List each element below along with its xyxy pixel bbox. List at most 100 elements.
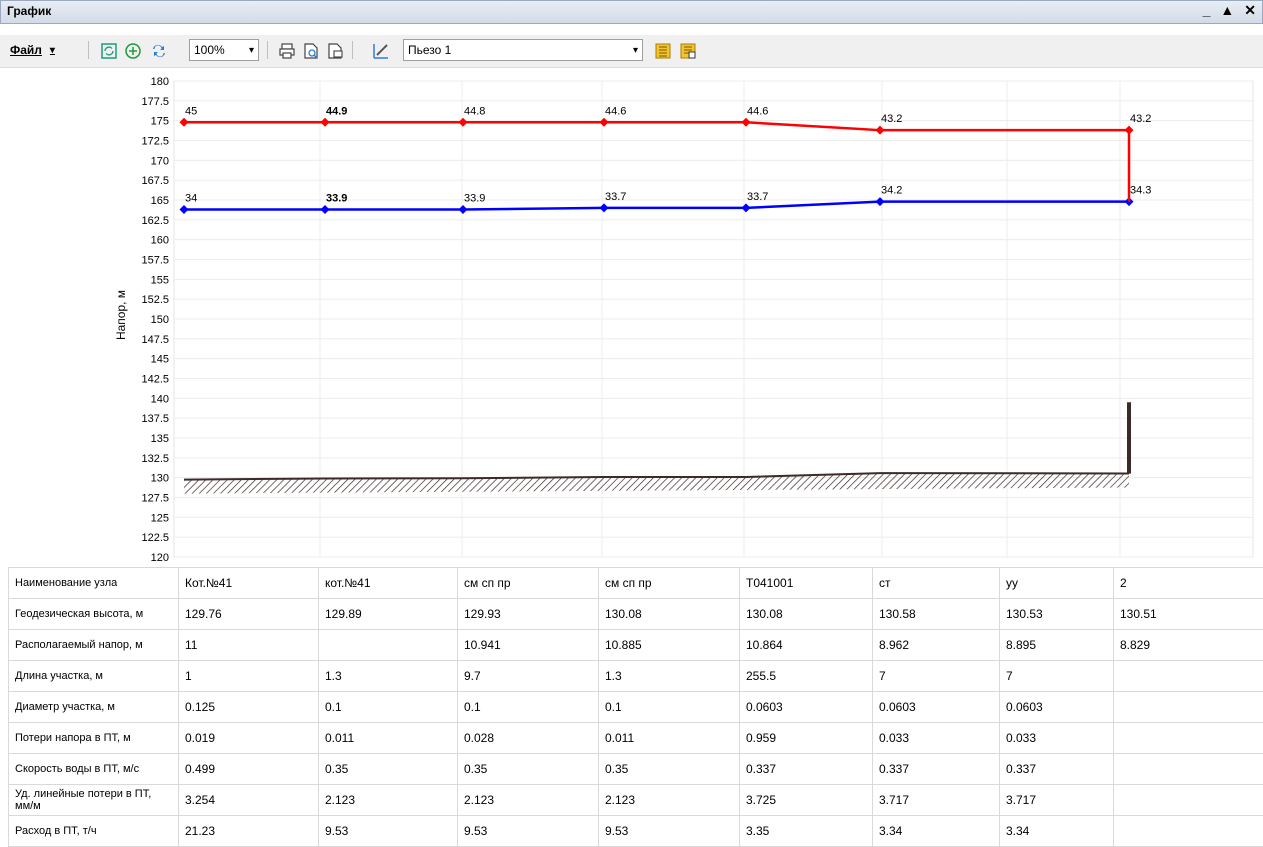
table-cell: 3.34 xyxy=(1000,816,1114,847)
y-axis-label: Напор, м xyxy=(114,290,128,340)
table-cell: 2 xyxy=(1114,568,1263,599)
table-cell: 3.34 xyxy=(873,816,1000,847)
table-row: Наименование узлаКот.№41кот.№41см сп прс… xyxy=(9,568,1263,599)
zoom-value: 100% xyxy=(194,43,225,57)
table-cell: 1.3 xyxy=(599,661,740,692)
data-label: 44.8 xyxy=(464,105,485,117)
y-tick-label: 175 xyxy=(151,116,169,128)
table-cell: 130.51 xyxy=(1114,599,1263,630)
y-tick-label: 167.5 xyxy=(141,175,169,187)
table-row: Геодезическая высота, м129.76129.89129.9… xyxy=(9,599,1263,630)
table-cell: ст xyxy=(873,568,1000,599)
table-cell: 10.885 xyxy=(599,630,740,661)
close-button[interactable]: ✕ xyxy=(1244,2,1256,19)
table-cell: 10.864 xyxy=(740,630,873,661)
table-cell: 21.23 xyxy=(179,816,319,847)
table-cell xyxy=(1114,692,1263,723)
piezometric-chart: 120122.5125127.5130132.5135137.5140142.5… xyxy=(0,70,1263,570)
table-cell: 255.5 xyxy=(740,661,873,692)
y-tick-label: 125 xyxy=(151,512,169,524)
table-cell: 3.35 xyxy=(740,816,873,847)
data-table: Наименование узлаКот.№41кот.№41см сп прс… xyxy=(8,567,1263,847)
table-cell: 11 xyxy=(179,630,319,661)
table-row: Скорость воды в ПТ, м/с0.4990.350.350.35… xyxy=(9,754,1263,785)
data-label: 33.7 xyxy=(747,191,768,203)
y-tick-label: 127.5 xyxy=(141,493,169,505)
table-cell: 0.499 xyxy=(179,754,319,785)
export-table-icon[interactable] xyxy=(654,42,672,60)
minimize-button[interactable]: _ xyxy=(1203,2,1211,19)
table-cell: 0.028 xyxy=(458,723,599,754)
table-cell xyxy=(319,630,458,661)
table-cell: см сп пр xyxy=(599,568,740,599)
print-preview-icon[interactable] xyxy=(302,42,320,60)
printer-icon[interactable] xyxy=(278,42,296,60)
row-header: Наименование узла xyxy=(9,568,179,599)
collapse-button[interactable]: ▲ xyxy=(1220,2,1234,19)
y-tick-label: 122.5 xyxy=(141,532,169,544)
row-header: Диаметр участка, м xyxy=(9,692,179,723)
data-label: 43.2 xyxy=(881,113,902,125)
y-tick-label: 135 xyxy=(151,433,169,445)
y-tick-label: 132.5 xyxy=(141,453,169,465)
data-label: 44.6 xyxy=(747,105,768,117)
window-controls: _ ▲ ✕ xyxy=(1203,2,1256,19)
table-cell: 0.337 xyxy=(873,754,1000,785)
file-menu[interactable]: Файл ▾ xyxy=(10,39,55,61)
table-cell: 0.337 xyxy=(1000,754,1114,785)
table-cell: 0.1 xyxy=(599,692,740,723)
table-cell: 0.0603 xyxy=(1000,692,1114,723)
row-header: Уд. линейные потери в ПТ, мм/м xyxy=(9,785,179,816)
table-cell: 0.959 xyxy=(740,723,873,754)
export-report-icon[interactable] xyxy=(679,42,697,60)
table-cell: 3.717 xyxy=(873,785,1000,816)
swap-arrows-icon[interactable] xyxy=(150,42,168,60)
table-cell: 2.123 xyxy=(458,785,599,816)
data-label: 34.3 xyxy=(1130,185,1151,197)
y-tick-label: 155 xyxy=(151,274,169,286)
table-cell: 129.93 xyxy=(458,599,599,630)
chevron-down-icon: ▾ xyxy=(50,45,55,56)
table-cell: 0.1 xyxy=(458,692,599,723)
table-cell: см сп пр xyxy=(458,568,599,599)
refresh-icon[interactable] xyxy=(100,42,118,60)
y-tick-label: 150 xyxy=(151,314,169,326)
table-cell xyxy=(1114,723,1263,754)
piezo-select[interactable]: Пьезо 1 ▾ xyxy=(403,39,643,61)
table-cell: 9.53 xyxy=(599,816,740,847)
row-header: Потери напора в ПТ, м xyxy=(9,723,179,754)
table-cell: 9.53 xyxy=(319,816,458,847)
data-label: 33.7 xyxy=(605,191,626,203)
row-header: Располагаемый напор, м xyxy=(9,630,179,661)
data-label: 34.2 xyxy=(881,185,902,197)
table-cell: 130.53 xyxy=(1000,599,1114,630)
table-cell: 2.123 xyxy=(319,785,458,816)
table-row: Диаметр участка, м0.1250.10.10.10.06030.… xyxy=(9,692,1263,723)
table-row: Расход в ПТ, т/ч21.239.539.539.533.353.3… xyxy=(9,816,1263,847)
table-cell: 0.019 xyxy=(179,723,319,754)
table-cell: 0.033 xyxy=(1000,723,1114,754)
table-cell: 7 xyxy=(1000,661,1114,692)
edit-chart-icon[interactable] xyxy=(372,42,390,60)
toolbar-separator xyxy=(267,41,268,59)
table-cell: 3.717 xyxy=(1000,785,1114,816)
file-menu-label: Файл xyxy=(10,43,42,57)
table-cell: 0.35 xyxy=(599,754,740,785)
page-setup-icon[interactable] xyxy=(326,42,344,60)
table-cell: 3.254 xyxy=(179,785,319,816)
y-tick-label: 142.5 xyxy=(141,374,169,386)
data-label: 34 xyxy=(185,193,197,205)
y-tick-label: 165 xyxy=(151,195,169,207)
table-cell: Т041001 xyxy=(740,568,873,599)
table-row: Потери напора в ПТ, м0.0190.0110.0280.01… xyxy=(9,723,1263,754)
zoom-select[interactable]: 100% ▾ xyxy=(189,39,259,61)
row-header: Скорость воды в ПТ, м/с xyxy=(9,754,179,785)
table-cell: 0.1 xyxy=(319,692,458,723)
add-circle-icon[interactable] xyxy=(124,42,142,60)
table-row: Располагаемый напор, м1110.94110.88510.8… xyxy=(9,630,1263,661)
table-cell: 2.123 xyxy=(599,785,740,816)
data-label: 44.9 xyxy=(326,105,347,117)
y-tick-label: 180 xyxy=(151,76,169,88)
y-tick-label: 152.5 xyxy=(141,294,169,306)
toolbar-separator xyxy=(88,41,89,59)
